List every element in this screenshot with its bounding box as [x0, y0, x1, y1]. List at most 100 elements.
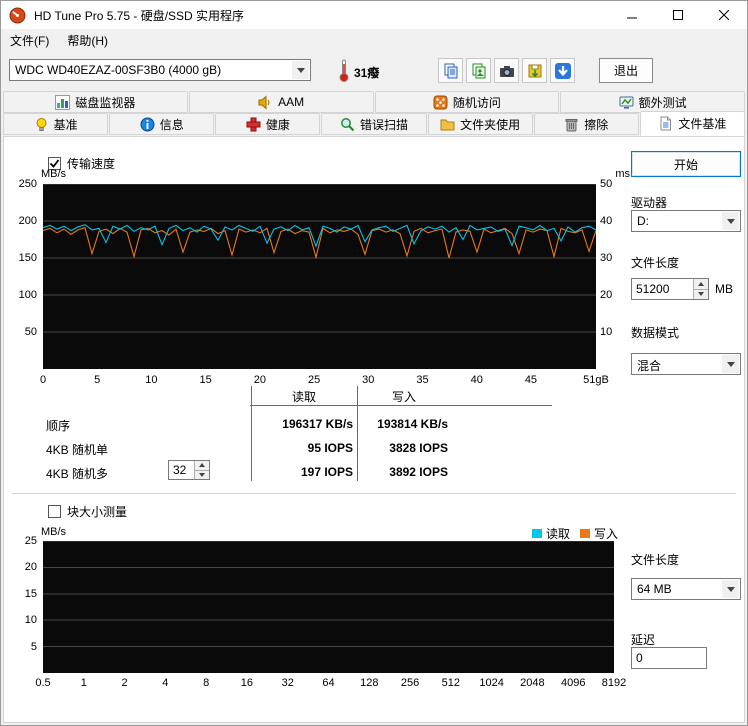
folder-icon: [440, 117, 455, 132]
dice-icon: [433, 95, 448, 110]
axis-tick-label: 35: [416, 374, 429, 386]
axis-tick-label: 25: [24, 535, 37, 547]
drive-select-combo[interactable]: WDC WD40EZAZ-00SF3B0 (4000 gB): [9, 59, 311, 81]
tabrow-secondary: 磁盘监视器 AAM 随机访问 额外测试: [3, 91, 745, 113]
axis-tick-label: 15: [24, 587, 37, 600]
exit-button[interactable]: 退出: [599, 58, 653, 83]
axis-tick-label: 100: [18, 289, 37, 301]
spin-down-icon[interactable]: [195, 470, 209, 479]
delay-input[interactable]: [632, 648, 706, 668]
drive-label: 驱动器: [631, 196, 668, 210]
axis-tick-label: 4: [162, 677, 169, 689]
delay-field[interactable]: [631, 647, 707, 669]
drive-combo[interactable]: D:: [631, 210, 741, 232]
chevron-down-icon: [292, 61, 309, 79]
tab-erase[interactable]: 擦除: [533, 113, 639, 135]
tab-folder-usage[interactable]: 文件夹使用: [427, 113, 533, 135]
drive-select-value: WDC WD40EZAZ-00SF3B0 (4000 gB): [15, 63, 222, 77]
axis-tick-label: 200: [18, 215, 37, 227]
axis-tick-label: 64: [322, 677, 335, 689]
random-multi-read-value: 197 IOPS: [300, 465, 353, 479]
copy-image-button[interactable]: [466, 58, 491, 83]
axis-tick-label: 2048: [520, 677, 545, 689]
bulb-icon: [34, 117, 49, 132]
queue-depth-spinner[interactable]: [168, 460, 210, 480]
temperature-value: 31癈: [354, 66, 380, 80]
chevron-down-icon: [722, 580, 739, 598]
tab-label: 擦除: [584, 117, 609, 132]
menubar: 文件(F) 帮助(H): [1, 29, 747, 51]
app-icon: [9, 7, 26, 24]
menu-file[interactable]: 文件(F): [1, 29, 58, 52]
start-button[interactable]: 开始: [631, 151, 741, 177]
block-size-checkbox[interactable]: [48, 505, 61, 518]
spin-up-icon[interactable]: [694, 279, 708, 290]
save-results-button[interactable]: [522, 58, 547, 83]
axis-tick-label: 20: [253, 374, 266, 386]
file-length-spinner[interactable]: [631, 278, 709, 300]
download-button[interactable]: [550, 58, 575, 83]
read-legend-swatch: [532, 529, 542, 538]
maximize-button[interactable]: [655, 1, 701, 29]
spin-down-icon[interactable]: [694, 289, 708, 299]
axis-tick-label: 150: [18, 252, 37, 264]
axis-tick-label: 25: [307, 374, 321, 386]
chart2-yaxis: 25 20 15 10 5: [6, 535, 39, 673]
axis-tick-label: 16: [240, 677, 254, 689]
axis-tick-label: 45: [524, 374, 538, 386]
random-single-read-value: 95 IOPS: [307, 441, 353, 455]
tab-health[interactable]: 健康: [215, 113, 321, 135]
table-header-line: [250, 405, 552, 406]
tab-error-scan[interactable]: 错误扫描: [321, 113, 427, 135]
file-length-input[interactable]: [632, 279, 693, 299]
write-legend-swatch: [580, 529, 591, 538]
tab-disk-monitor[interactable]: 磁盘监视器: [3, 91, 188, 113]
axis-tick-label: 32: [281, 677, 294, 689]
toolbar: WDC WD40EZAZ-00SF3B0 (4000 gB) 31癈 退出: [1, 51, 747, 90]
tab-label: 随机访问: [452, 95, 501, 110]
titlebar: HD Tune Pro 5.75 - 硬盘/SSD 实用程序: [1, 1, 747, 29]
axis-tick-label: 10: [24, 614, 37, 627]
tab-benchmark[interactable]: 基准: [3, 113, 109, 135]
axis-tick-label: 40: [600, 215, 613, 227]
copy-text-button[interactable]: [438, 58, 463, 83]
data-mode-combo[interactable]: 混合: [631, 353, 741, 375]
screenshot-button[interactable]: [494, 58, 519, 83]
transfer-speed-label: 传输速度: [67, 157, 116, 171]
tab-random-access[interactable]: 随机访问: [374, 91, 560, 113]
tab-aam[interactable]: AAM: [188, 91, 374, 113]
axis-tick-label: 1024: [479, 677, 504, 689]
tab-label: 文件基准: [678, 117, 727, 131]
axis-tick-label: 0: [39, 374, 47, 386]
file-length-unit: MB: [715, 282, 733, 296]
chart1-yleft-unit: MB/s: [41, 168, 67, 180]
file-length2-combo[interactable]: 64 MB: [631, 578, 741, 600]
axis-tick-label: 51gB: [583, 374, 609, 386]
tab-label: 错误扫描: [359, 117, 408, 132]
tab-info[interactable]: 信息: [109, 113, 215, 135]
column-header-write: 写入: [391, 390, 416, 404]
disk-monitor-icon: [55, 94, 71, 110]
tab-extra-tests[interactable]: 额外测试: [560, 91, 745, 113]
window-title: HD Tune Pro 5.75 - 硬盘/SSD 实用程序: [34, 8, 245, 23]
axis-tick-label: 50: [600, 178, 613, 190]
menu-help[interactable]: 帮助(H): [58, 29, 117, 52]
section-divider: [12, 493, 736, 494]
spin-up-icon[interactable]: [195, 461, 209, 471]
file-length-label: 文件长度: [631, 256, 680, 270]
minimize-button[interactable]: [609, 1, 655, 29]
chart2-xaxis: 0.5 1 2 4 8 16 32 64 128 256 512 1024 2048 4096 8192: [35, 677, 626, 690]
tab-label: 文件夹使用: [460, 117, 521, 132]
thermometer-icon: [338, 59, 350, 82]
chart1-xaxis: 0 5 10 15 20 25 30 35 40 45 51gB: [39, 374, 609, 387]
tab-label: 基准: [53, 117, 78, 132]
queue-depth-input[interactable]: [169, 461, 194, 479]
tab-file-benchmark[interactable]: 文件基准: [639, 111, 745, 136]
column-header-read: 读取: [291, 390, 316, 404]
block-size-chart: [43, 541, 614, 673]
close-button[interactable]: [701, 1, 747, 29]
chart2-legend: 读取 写入: [532, 525, 618, 542]
axis-tick-label: 250: [18, 178, 37, 190]
row-label-sequential: 顺序: [46, 419, 71, 433]
axis-tick-label: 10: [600, 326, 613, 338]
